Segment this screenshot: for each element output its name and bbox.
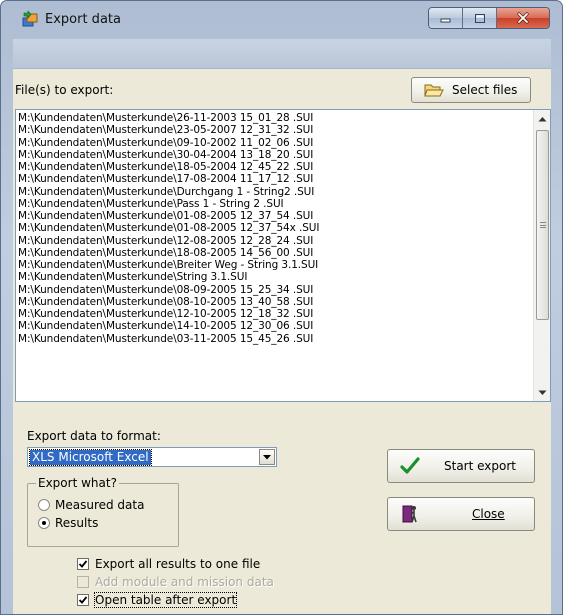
- list-item[interactable]: M:\Kundendaten\Musterkunde\01-08-2005 12…: [18, 222, 528, 234]
- checkbox[interactable]: [77, 594, 89, 606]
- chevron-down-icon: [538, 390, 547, 395]
- radio-button[interactable]: [38, 499, 50, 511]
- checkbox[interactable]: [77, 558, 89, 570]
- checkbox: [77, 576, 89, 588]
- maximize-icon: [474, 13, 485, 23]
- dialog-client-area: File(s) to export: Select files M:\Kunde…: [13, 39, 551, 614]
- list-item[interactable]: M:\Kundendaten\Musterkunde\18-05-2004 12…: [18, 161, 528, 173]
- list-item[interactable]: M:\Kundendaten\Musterkunde\08-10-2005 13…: [18, 296, 528, 308]
- select-files-label: Select files: [452, 83, 518, 97]
- header-strip: [13, 39, 551, 69]
- grip-icon: [539, 222, 546, 228]
- list-item[interactable]: M:\Kundendaten\Musterkunde\Pass 1 - Stri…: [18, 198, 528, 210]
- list-item[interactable]: M:\Kundendaten\Musterkunde\String 3.1.SU…: [18, 271, 528, 283]
- list-item[interactable]: M:\Kundendaten\Musterkunde\12-08-2005 12…: [18, 235, 528, 247]
- close-button[interactable]: Close: [387, 497, 535, 531]
- scroll-up-button[interactable]: [534, 110, 550, 127]
- file-list-items: M:\Kundendaten\Musterkunde\26-11-2003 15…: [18, 112, 528, 345]
- format-label: Export data to format:: [27, 429, 161, 443]
- chevron-up-icon: [538, 116, 547, 121]
- maximize-button[interactable]: [463, 8, 497, 28]
- list-item[interactable]: M:\Kundendaten\Musterkunde\08-09-2005 15…: [18, 284, 528, 296]
- files-listbox[interactable]: M:\Kundendaten\Musterkunde\26-11-2003 15…: [15, 109, 551, 402]
- export-data-window: Export data File(s) to export: Select fi…: [0, 0, 563, 615]
- export-what-title: Export what?: [36, 476, 119, 490]
- radio-measured-data[interactable]: Measured data: [38, 498, 144, 512]
- radio-button[interactable]: [38, 517, 50, 529]
- list-item[interactable]: M:\Kundendaten\Musterkunde\01-08-2005 12…: [18, 210, 528, 222]
- format-dropdown-button[interactable]: [259, 449, 275, 465]
- checkmark-icon: [78, 560, 88, 568]
- scroll-thumb[interactable]: [536, 130, 549, 320]
- checkmark-icon: [78, 596, 88, 604]
- close-label: Close: [472, 507, 505, 521]
- checkbox-label: Add module and mission data: [95, 575, 274, 589]
- format-dropdown[interactable]: XLS Microsoft Excel: [27, 447, 277, 467]
- close-icon: [517, 12, 529, 24]
- list-item[interactable]: M:\Kundendaten\Musterkunde\14-10-2005 12…: [18, 320, 528, 332]
- minimize-icon: [440, 18, 450, 23]
- list-item[interactable]: M:\Kundendaten\Musterkunde\23-05-2007 12…: [18, 124, 528, 136]
- list-item[interactable]: M:\Kundendaten\Musterkunde\12-10-2005 12…: [18, 308, 528, 320]
- list-item[interactable]: M:\Kundendaten\Musterkunde\26-11-2003 15…: [18, 112, 528, 124]
- scroll-down-button[interactable]: [534, 384, 550, 401]
- export-what-group: Export what? Measured data Results: [27, 476, 179, 547]
- list-item[interactable]: M:\Kundendaten\Musterkunde\18-08-2005 14…: [18, 247, 528, 259]
- exit-door-icon: [402, 505, 417, 523]
- checkbox-export-all-results[interactable]: Export all results to one file: [77, 557, 260, 571]
- export-app-icon: [22, 10, 38, 27]
- checkmark-icon: [400, 457, 420, 474]
- list-item[interactable]: M:\Kundendaten\Musterkunde\30-04-2004 13…: [18, 149, 528, 161]
- minimize-button[interactable]: [429, 8, 463, 28]
- format-selected-value: XLS Microsoft Excel: [29, 449, 152, 466]
- list-item[interactable]: M:\Kundendaten\Musterkunde\Breiter Weg -…: [18, 259, 528, 271]
- radio-label: Results: [55, 516, 99, 530]
- title-bar[interactable]: Export data: [1, 1, 562, 37]
- radio-label: Measured data: [55, 498, 145, 512]
- chevron-down-icon: [263, 454, 271, 459]
- close-window-button[interactable]: [497, 8, 549, 28]
- files-label: File(s) to export:: [15, 83, 114, 97]
- files-scrollbar[interactable]: [533, 110, 550, 401]
- window-title: Export data: [45, 12, 121, 27]
- radio-results[interactable]: Results: [38, 516, 98, 530]
- caption-buttons: [428, 7, 550, 29]
- folder-open-icon: [424, 84, 444, 97]
- start-export-label: Start export: [444, 459, 516, 473]
- checkbox-open-table[interactable]: Open table after export: [77, 592, 238, 608]
- list-item[interactable]: M:\Kundendaten\Musterkunde\Durchgang 1 -…: [18, 186, 528, 198]
- list-item[interactable]: M:\Kundendaten\Musterkunde\03-11-2005 15…: [18, 333, 528, 345]
- list-item[interactable]: M:\Kundendaten\Musterkunde\09-10-2002 11…: [18, 137, 528, 149]
- start-export-button[interactable]: Start export: [387, 449, 535, 483]
- list-item[interactable]: M:\Kundendaten\Musterkunde\17-08-2004 11…: [18, 173, 528, 185]
- checkbox-label: Open table after export: [93, 592, 238, 608]
- checkbox-add-module-data: Add module and mission data: [77, 575, 274, 589]
- select-files-button[interactable]: Select files: [411, 77, 531, 103]
- checkbox-label: Export all results to one file: [95, 557, 261, 571]
